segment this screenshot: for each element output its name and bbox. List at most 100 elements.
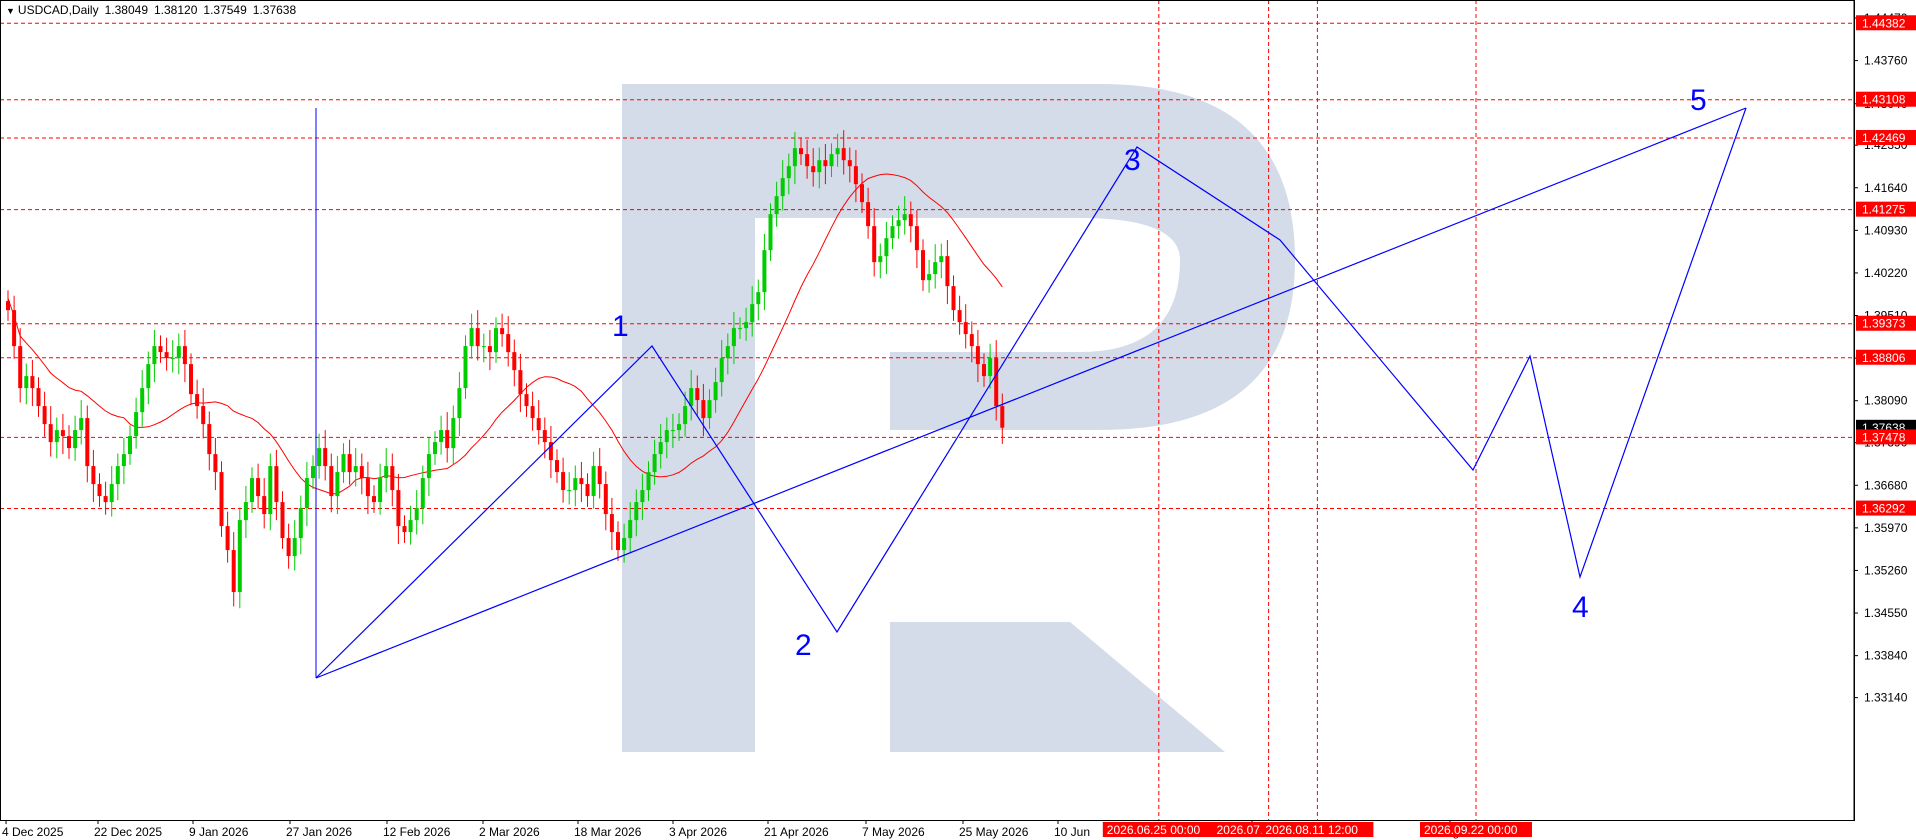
candle-body <box>866 202 871 227</box>
candle-body <box>115 466 120 485</box>
candle-body <box>744 322 749 329</box>
x-tick-label: 22 Dec 2025 <box>94 825 162 839</box>
candle-body <box>12 310 17 347</box>
candle-body <box>378 478 383 503</box>
low-value: 1.37549 <box>203 3 247 17</box>
candle-body <box>201 406 206 425</box>
candle-body <box>67 436 71 449</box>
candle-body <box>914 226 919 251</box>
candle-body <box>274 466 279 503</box>
candle-body <box>786 166 791 179</box>
x-tick-label: 27 Jan 2026 <box>286 825 352 839</box>
candle-body <box>451 418 456 449</box>
candle-body <box>487 346 492 353</box>
candle-body <box>908 214 913 227</box>
candle-body <box>792 148 797 167</box>
candle-body <box>176 346 181 359</box>
candle-body <box>927 274 932 281</box>
symbol-label: USDCAD,Daily <box>17 3 99 17</box>
candle-body <box>518 370 523 395</box>
y-tick-label: 1.34550 <box>1864 606 1908 620</box>
x-tick-label: 21 Apr 2026 <box>764 825 829 839</box>
candle-body <box>420 478 425 509</box>
symbol-info: ▼ USDCAD,Daily 1.38049 1.38120 1.37549 1.3763… <box>6 3 302 17</box>
level-label: 1.41275 <box>1862 203 1906 217</box>
y-tick-label: 1.35970 <box>1864 521 1908 535</box>
level-label: 1.36292 <box>1862 502 1906 516</box>
candle-body <box>609 514 614 533</box>
candle-body <box>256 478 261 497</box>
open-value: 1.38049 <box>104 3 148 17</box>
candle-body <box>829 154 834 167</box>
candle-body <box>79 418 84 431</box>
candle-body <box>616 532 620 551</box>
x-tick-label: 7 May 2026 <box>862 825 925 839</box>
candle-body <box>542 430 547 443</box>
candle-body <box>262 496 267 515</box>
candle-body <box>530 406 535 419</box>
candle-body <box>36 388 41 407</box>
candle-body <box>921 250 925 281</box>
candle-body <box>30 376 35 389</box>
candle-body <box>872 226 877 263</box>
candle-body <box>195 394 200 407</box>
x-tick-label: 18 Mar 2026 <box>574 825 642 839</box>
high-value: 1.38120 <box>154 3 198 17</box>
y-tick-label: 1.38090 <box>1864 394 1908 408</box>
candle-body <box>811 166 816 173</box>
candle-body <box>756 292 761 305</box>
candle-body <box>975 346 980 365</box>
price-chart[interactable]: 12345 1.444701.437601.430401.423501.4164… <box>0 0 1916 840</box>
wave-label: 3 <box>1124 144 1141 177</box>
candle-body <box>60 430 65 437</box>
candle-body <box>439 430 444 443</box>
candle-body <box>42 406 47 425</box>
candle-body <box>963 322 968 335</box>
candle-body <box>189 364 193 395</box>
candle-body <box>347 454 352 473</box>
x-tick-label: 9 Jan 2026 <box>189 825 249 839</box>
candle-body <box>677 424 681 431</box>
candle-body <box>384 466 389 479</box>
candle-body <box>292 538 297 557</box>
candle-body <box>591 466 596 497</box>
candle-body <box>1000 406 1005 428</box>
candle-body <box>329 466 334 497</box>
x-tick-label: 2 Mar 2026 <box>479 825 540 839</box>
candle-body <box>445 430 450 449</box>
candle-body <box>48 424 53 443</box>
candle-body <box>433 442 437 455</box>
candle-body <box>713 382 718 401</box>
candle-body <box>701 400 706 419</box>
candle-body <box>414 508 419 521</box>
x-tick-label: 3 Apr 2026 <box>669 825 727 839</box>
logo-letter-leg <box>890 622 1225 752</box>
candle-body <box>878 256 883 263</box>
candle-body <box>469 328 474 347</box>
candle-body <box>243 502 248 521</box>
candle-body <box>396 490 401 527</box>
candle-body <box>768 214 773 251</box>
candle-body <box>231 550 236 593</box>
candle-body <box>951 286 956 311</box>
candle-body <box>140 388 145 413</box>
candle-body <box>640 490 645 503</box>
candle-body <box>982 364 986 377</box>
x-tick-label: 10 Jun <box>1054 825 1090 839</box>
candle-body <box>603 484 608 515</box>
candle-body <box>664 430 669 443</box>
candle-body <box>219 472 224 527</box>
wave-label: 5 <box>1690 84 1707 117</box>
candle-body <box>457 388 462 419</box>
candle-body <box>725 346 730 359</box>
candle-body <box>280 502 285 539</box>
dropdown-triangle-icon[interactable]: ▼ <box>6 6 15 16</box>
candle-body <box>402 526 407 533</box>
candle-body <box>853 166 858 185</box>
wave-label: 2 <box>795 629 812 662</box>
candle-body <box>335 472 340 497</box>
y-tick-label: 1.36680 <box>1864 478 1908 492</box>
candle-body <box>164 352 169 359</box>
candle-body <box>481 346 486 348</box>
candle-body <box>957 310 962 323</box>
